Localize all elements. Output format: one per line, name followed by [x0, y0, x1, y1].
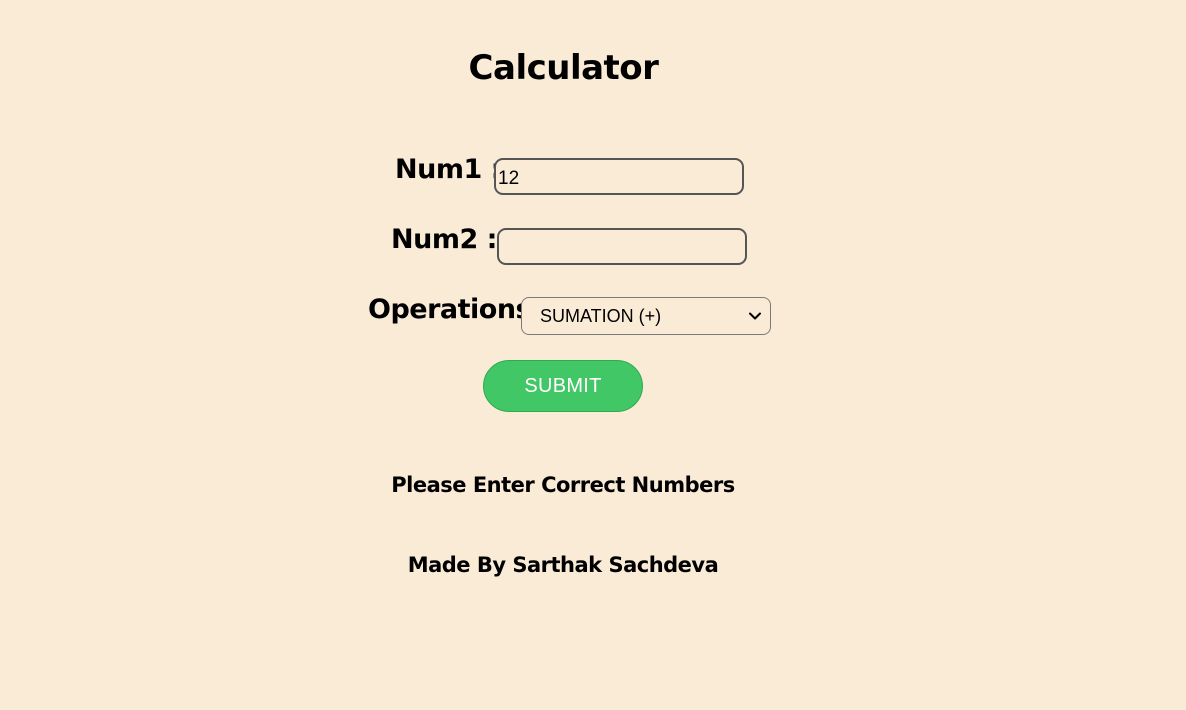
- operations-label: Operations: [368, 294, 532, 325]
- num2-label: Num2 :: [391, 224, 497, 255]
- page-title: Calculator: [468, 48, 659, 88]
- footer-credit: Made By Sarthak Sachdeva: [407, 553, 719, 577]
- num1-input[interactable]: [494, 158, 744, 195]
- operations-select[interactable]: SUMATION (+): [521, 297, 771, 335]
- num2-input[interactable]: [497, 228, 747, 265]
- submit-button[interactable]: SUBMIT: [483, 360, 643, 412]
- num1-label: Num1 :: [395, 154, 501, 185]
- result-message: Please Enter Correct Numbers: [391, 473, 735, 497]
- operations-selected-value: SUMATION (+): [540, 305, 662, 326]
- chevron-down-icon: [748, 309, 762, 323]
